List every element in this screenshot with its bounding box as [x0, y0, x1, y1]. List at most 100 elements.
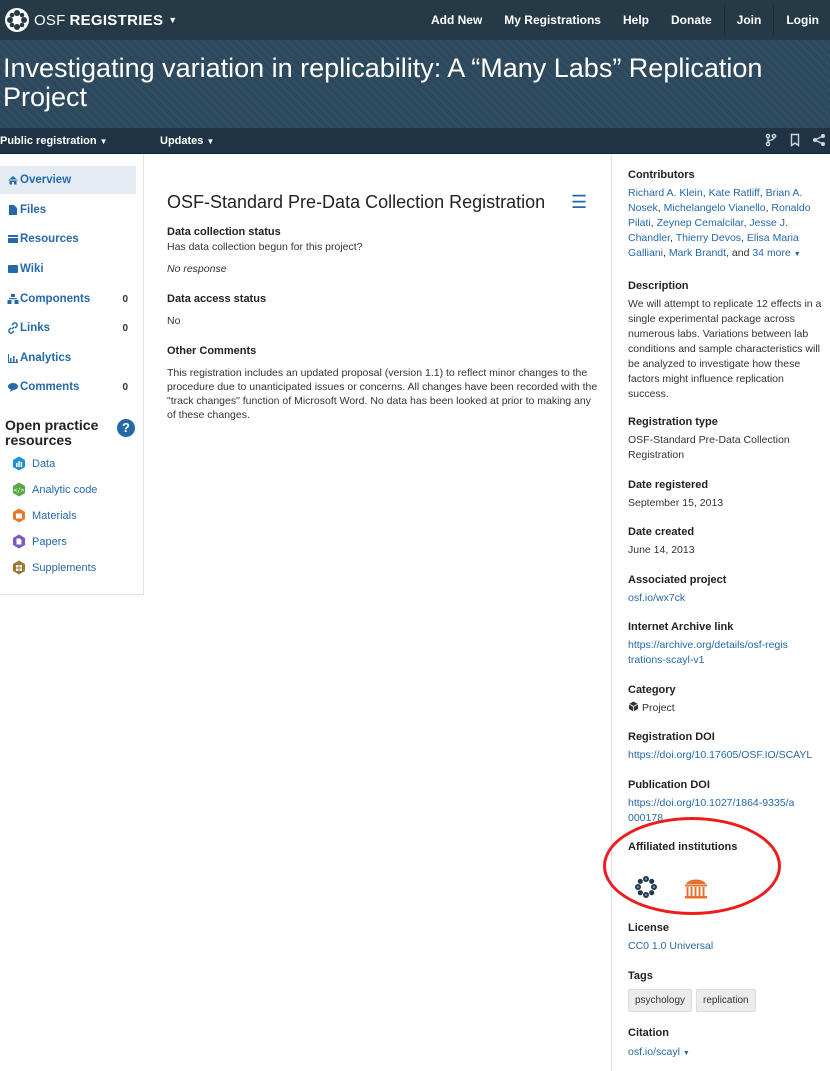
other-comments-value: This registration includes an updated pr…	[167, 367, 598, 421]
fork-icon[interactable]	[764, 133, 778, 147]
bookmark-icon[interactable]	[788, 133, 802, 147]
sidebar-item-wiki[interactable]: Wiki	[0, 255, 136, 283]
associated-project-link[interactable]: osf.io/wx7ck	[628, 591, 824, 606]
registration-type-value: OSF-Standard Pre-Data Collection Registr…	[628, 434, 790, 461]
components-count: 0	[122, 293, 128, 305]
open-practice-data[interactable]: Data	[12, 456, 55, 471]
registration-main: OSF-Standard Pre-Data Collection Registr…	[145, 155, 612, 1071]
sidebar-item-label: Links	[20, 322, 51, 334]
citation-label: Citation	[628, 1027, 669, 1039]
top-navbar: OSF REGISTRIES ▼ Add New My Registration…	[0, 0, 830, 40]
sidebar-item-analytics[interactable]: Analytics	[0, 344, 136, 372]
citation-value: osf.io/scayl	[628, 1046, 680, 1058]
schema-title: OSF-Standard Pre-Data Collection Registr…	[167, 192, 546, 212]
sidebar-item-label: Analytics	[20, 352, 72, 364]
contributors-more-toggle[interactable]: 34 more ▼	[752, 247, 800, 259]
links-count: 0	[122, 322, 128, 334]
open-practice-materials[interactable]: Materials	[12, 508, 77, 523]
sidebar-item-links[interactable]: Links 0	[0, 314, 136, 342]
registration-subnav: Public registration ▼ Updates ▼	[0, 128, 830, 154]
registration-doi-label: Registration DOI	[628, 731, 715, 743]
tags-list: psychology replication	[628, 989, 824, 1012]
brand-registries: REGISTRIES	[69, 11, 164, 29]
citation-dropdown[interactable]: osf.io/scayl ▼	[628, 1045, 824, 1061]
code-badge-icon: </>	[13, 482, 25, 497]
date-registered-value: September 15, 2013	[628, 497, 724, 509]
nav-login[interactable]: Login	[775, 0, 830, 40]
collection-status-label: Data collection status	[167, 226, 281, 238]
comments-icon	[7, 381, 19, 393]
tag-chip[interactable]: psychology	[628, 989, 693, 1012]
registration-header: Investigating variation in replicability…	[0, 40, 830, 128]
nav-donate[interactable]: Donate	[660, 0, 723, 40]
open-practice-papers[interactable]: Papers	[12, 534, 67, 549]
data-badge-icon	[13, 456, 25, 471]
collection-status-value: No response	[167, 263, 227, 275]
tags-label: Tags	[628, 970, 653, 982]
contributor-link[interactable]: Mark Brandt	[669, 247, 726, 259]
open-practice-supplements[interactable]: Supplements	[12, 560, 96, 575]
osf-logo-icon	[5, 8, 29, 32]
uva-institution-logo[interactable]	[683, 875, 709, 901]
public-registration-dropdown[interactable]: Public registration ▼	[0, 135, 108, 147]
sidebar-item-comments[interactable]: Comments 0	[0, 373, 136, 401]
comments-count: 0	[122, 381, 128, 393]
contributor-link[interactable]: Zeynep Cemalcilar	[657, 217, 744, 229]
nav-divider	[723, 5, 725, 35]
link-icon	[7, 322, 19, 334]
open-practice-label: Data	[32, 457, 56, 470]
internet-archive-label: Internet Archive link	[628, 621, 734, 633]
public-registration-label: Public registration	[0, 135, 97, 147]
internet-archive-link[interactable]: https://archive.org/details/osf-registra…	[628, 638, 788, 668]
wiki-icon	[7, 263, 19, 275]
open-practice-label: Supplements	[32, 561, 97, 574]
left-sidebar: Overview Files Resources Wiki Components…	[0, 155, 144, 595]
nav-help[interactable]: Help	[612, 0, 660, 40]
osf-registries-brand[interactable]: OSF REGISTRIES ▼	[0, 0, 177, 40]
contributor-link[interactable]: Richard A. Klein	[628, 187, 703, 199]
nav-divider	[773, 5, 775, 35]
toc-menu-icon[interactable]: ☰	[571, 192, 587, 213]
contributor-link[interactable]: Thierry Devos	[676, 232, 741, 244]
caret-down-icon: ▼	[682, 1050, 690, 1057]
affiliated-institutions-label: Affiliated institutions	[628, 841, 738, 853]
open-practice-analytic-code[interactable]: </> Analytic code	[12, 482, 97, 497]
contributor-link[interactable]: Kate Ratliff	[709, 187, 760, 199]
analytics-icon	[7, 352, 19, 364]
date-created-value: June 14, 2013	[628, 544, 695, 556]
resources-icon	[7, 233, 19, 245]
caret-down-icon: ▼	[206, 137, 215, 146]
category-value: Project	[642, 702, 675, 714]
date-created-label: Date created	[628, 526, 695, 538]
nav-add-new[interactable]: Add New	[420, 0, 493, 40]
updates-dropdown[interactable]: Updates ▼	[160, 135, 214, 147]
sidebar-item-label: Files	[20, 204, 47, 216]
category-value-row: Project	[628, 701, 824, 716]
brand-osf: OSF	[34, 11, 66, 29]
open-practice-label: Papers	[32, 535, 67, 548]
collection-status-question: Has data collection begun for this proje…	[167, 241, 363, 253]
share-icon[interactable]	[812, 133, 826, 147]
associated-project-label: Associated project	[628, 574, 727, 586]
tag-chip[interactable]: replication	[696, 989, 756, 1012]
help-icon[interactable]: ?	[117, 419, 135, 437]
publication-doi-link[interactable]: https://doi.org/10.1027/1864-9335/a00017…	[628, 796, 798, 826]
file-icon	[7, 204, 19, 216]
cos-institution-logo[interactable]	[634, 875, 658, 899]
sidebar-item-resources[interactable]: Resources	[0, 225, 136, 253]
open-practice-label: Materials	[32, 509, 77, 522]
category-label: Category	[628, 684, 676, 696]
caret-down-icon: ▼	[793, 251, 801, 258]
sidebar-item-components[interactable]: Components 0	[0, 285, 136, 313]
home-icon	[7, 174, 19, 186]
nav-join[interactable]: Join	[726, 0, 773, 40]
sidebar-item-overview[interactable]: Overview	[0, 166, 136, 194]
registration-doi-link[interactable]: https://doi.org/10.17605/OSF.IO/SCAYL	[628, 748, 824, 763]
sidebar-item-label: Resources	[20, 233, 79, 245]
registration-type-label: Registration type	[628, 416, 718, 428]
contributor-link[interactable]: Michelangelo Vianello	[664, 202, 766, 214]
license-link[interactable]: CC0 1.0 Universal	[628, 939, 824, 954]
sidebar-item-label: Comments	[20, 381, 80, 393]
nav-my-registrations[interactable]: My Registrations	[493, 0, 612, 40]
sidebar-item-files[interactable]: Files	[0, 196, 136, 224]
